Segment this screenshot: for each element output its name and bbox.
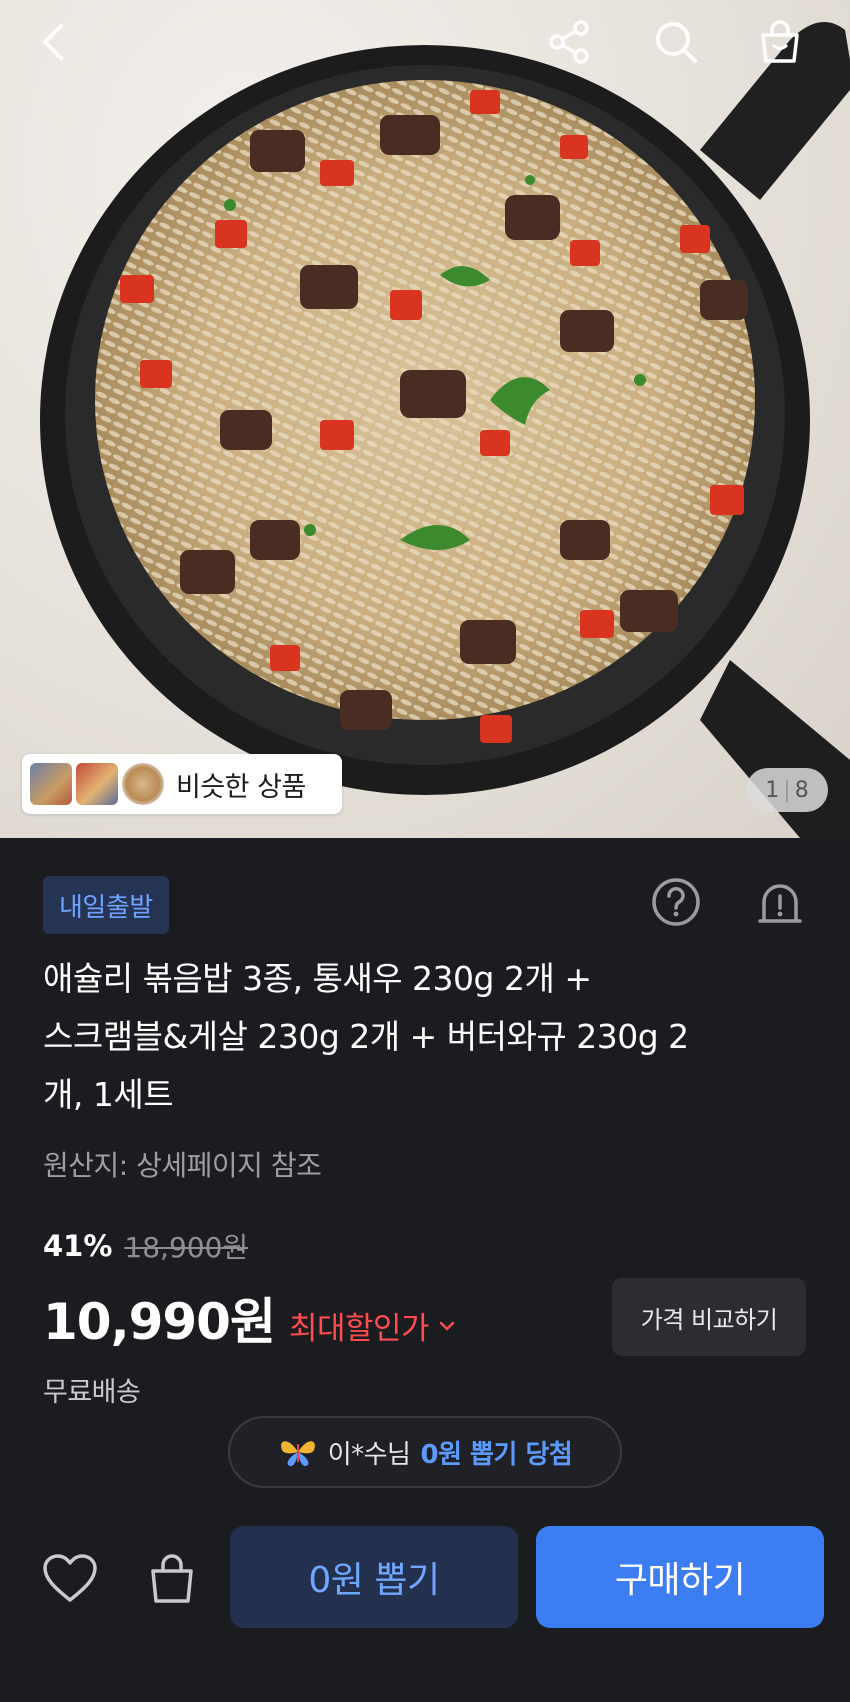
origin-text: 원산지: 상세페이지 참조: [43, 1149, 322, 1182]
back-icon: [43, 24, 63, 60]
search-button[interactable]: [646, 12, 706, 72]
product-photo: [40, 22, 850, 838]
chevron-down-icon: [439, 1321, 455, 1331]
back-button[interactable]: [24, 12, 84, 72]
butterfly-icon: [280, 1441, 315, 1467]
winner-toast: 이*수님 0원 뽑기 당첨: [228, 1416, 622, 1488]
max-discount-label: 최대할인가: [288, 1311, 430, 1347]
similar-thumb: [76, 763, 118, 805]
search-icon: [656, 22, 697, 63]
price-compare-button[interactable]: 가격 비교하기: [612, 1278, 806, 1356]
similar-products-button[interactable]: 비슷한 상품: [22, 754, 342, 814]
wishlist-button[interactable]: [38, 1546, 102, 1610]
similar-thumb: [30, 763, 72, 805]
product-title-line: 스크램블&게살 230g 2개 + 버터와규 230g 2: [43, 1017, 689, 1056]
pager-current: 1: [765, 777, 780, 803]
product-title-line: 개, 1세트: [43, 1075, 174, 1114]
cart-button[interactable]: [750, 12, 810, 72]
report-button[interactable]: [750, 872, 810, 932]
original-price: 18,900원: [124, 1231, 249, 1264]
share-button[interactable]: [540, 12, 600, 72]
similar-products-label: 비슷한 상품: [176, 771, 306, 803]
discount-percent: 41%: [43, 1229, 113, 1263]
help-button[interactable]: [646, 872, 706, 932]
shipping-info: 무료배송: [43, 1377, 141, 1408]
product-image-carousel[interactable]: 비슷한 상품 1 | 8: [0, 0, 850, 838]
heart-icon: [43, 1554, 97, 1602]
share-icon: [549, 20, 589, 64]
similar-thumb: [122, 763, 164, 805]
image-pager: 1 | 8: [746, 768, 828, 812]
sale-price: 10,990원: [43, 1293, 276, 1351]
winner-highlight: 0원 뽑기 당첨: [420, 1439, 573, 1470]
question-circle-icon: [652, 878, 700, 926]
product-title-line: 애슐리 볶음밥 3종, 통새우 230g 2개 +: [43, 959, 592, 998]
price-row: 10,990원 최대할인가: [43, 1282, 457, 1354]
pager-total: 8: [794, 777, 809, 803]
delivery-badge: 내일출발: [43, 876, 169, 934]
zero-won-draw-button[interactable]: 0원 뽑기: [230, 1526, 518, 1628]
max-discount-toggle[interactable]: 최대할인가: [289, 1303, 457, 1348]
product-title: 애슐리 볶음밥 3종, 통새우 230g 2개 + 스크램블&게살 230g 2…: [43, 950, 823, 1124]
alert-siren-icon: [758, 884, 802, 923]
add-to-cart-button[interactable]: [140, 1546, 204, 1610]
discount-row: 41% 18,900원: [43, 1226, 248, 1266]
shopping-bag-icon: [761, 20, 799, 63]
buy-now-button[interactable]: 구매하기: [536, 1526, 824, 1628]
shopping-bag-icon: [151, 1554, 193, 1603]
winner-name: 이*수님: [327, 1439, 411, 1470]
